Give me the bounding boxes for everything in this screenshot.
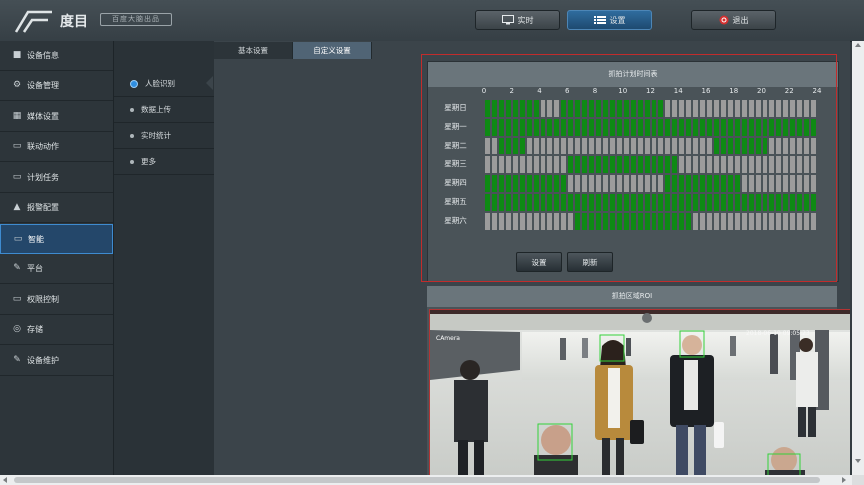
sidebar-item-label: 设备维护 [27,356,59,365]
scroll-right-icon[interactable] [842,477,846,483]
scroll-down-icon[interactable] [855,459,861,463]
subnav-item-label: 人脸识别 [145,79,175,88]
bullet-icon [130,133,134,138]
sidebar-item-alarm[interactable]: ▲ 报警配置 [0,193,113,223]
scroll-left-icon[interactable] [3,477,7,483]
baidu-logo [14,10,52,33]
monitor-icon: ▭ [13,233,23,244]
wrench-icon: ✎ [13,263,21,273]
linkage-icon: ▭ [12,141,22,151]
sidebar-item-label: 存储 [27,325,43,334]
logout-button-label: 退出 [732,15,749,25]
sidebar-item-platform[interactable]: ✎ 平台 [0,254,113,284]
power-icon [719,15,728,25]
camera-preview[interactable]: CAmera 2018-06-19 09:05:23 [429,309,850,475]
sidebar-item-permissions[interactable]: ▭ 权限控制 [0,285,113,315]
scroll-up-icon[interactable] [855,43,861,47]
bullet-icon [130,159,134,164]
subnav-item-data-upload[interactable]: 数据上传 [114,97,215,123]
storage-icon: ◎ [13,324,21,334]
subnav-item-more[interactable]: 更多 [114,149,215,175]
subnav-item-face-recognition[interactable]: 人脸识别 [114,71,215,97]
brand-title: 度目 [60,14,88,30]
horizontal-scrollbar[interactable] [0,475,852,485]
scroll-corner [852,475,864,485]
sidebar-item-label: 报警配置 [27,203,59,212]
tab-bar: 基本设置 自定义设置 [214,42,372,59]
sidebar-item-device-management[interactable]: ⚙ 设备管理 [0,71,113,101]
live-button[interactable]: 实时 [475,10,560,30]
sidebar-item-label: 设备信息 [27,51,59,60]
bullet-icon [130,107,134,112]
sidebar-item-label: 媒体设置 [27,112,59,121]
live-button-label: 实时 [517,15,534,25]
gear-icon: ⚙ [12,80,22,90]
monitor-icon [501,15,514,25]
settings-button-label: 设置 [609,15,626,25]
tab-basic-settings[interactable]: 基本设置 [214,42,293,59]
bullet-icon [130,79,138,88]
sidebar-item-device-info[interactable]: ■ 设备信息 [0,41,113,71]
horizontal-scroll-thumb[interactable] [14,477,820,483]
camera-scene: CAmera 2018-06-19 09:05:23 [430,310,850,475]
sidebar-item-storage[interactable]: ◎ 存储 [0,315,113,345]
schedule-icon: ▭ [12,172,22,182]
subnav-item-label: 更多 [141,157,156,166]
highlight-box [421,54,837,282]
logout-button[interactable]: 退出 [691,10,776,30]
top-bar: 度目 百度大脑出品 实时 设置 退出 [0,0,864,42]
sub-navigation: 人脸识别 数据上传 实时统计 更多 [113,41,215,475]
brand-tagline: 百度大脑出品 [100,13,172,26]
sidebar-item-linkage[interactable]: ▭ 联动动作 [0,132,113,162]
sidebar-item-schedule[interactable]: ▭ 计划任务 [0,163,113,193]
tab-custom-settings[interactable]: 自定义设置 [293,42,372,59]
monitor-icon: ▭ [12,294,22,304]
sidebar-item-maintenance[interactable]: ✎ 设备维护 [0,346,113,376]
sidebar-item-label: 计划任务 [27,173,59,182]
vertical-scrollbar[interactable] [852,41,864,475]
active-pointer-icon [206,76,213,90]
camera-label: CAmera [436,335,460,342]
sidebar-item-label: 平台 [27,264,43,273]
media-icon: ▦ [12,111,22,121]
camera-icon: ■ [12,50,22,60]
sidebar-item-label: 权限控制 [27,295,59,304]
timestamp-overlay: 2018-06-19 09:05:23 [746,330,810,337]
sidebar-item-label: 智能 [28,234,44,244]
sidebar-item-intelligence[interactable]: ▭ 智能 [0,224,113,254]
subnav-item-label: 数据上传 [141,105,171,114]
subnav-item-realtime-stats[interactable]: 实时统计 [114,123,215,149]
sidebar-item-media-settings[interactable]: ▦ 媒体设置 [0,102,113,132]
sidebar-item-label: 联动动作 [27,142,59,151]
tools-icon: ✎ [13,355,21,365]
alarm-icon: ▲ [13,202,21,212]
settings-button[interactable]: 设置 [567,10,652,30]
roi-title: 抓拍区域ROI [427,286,837,307]
subnav-item-label: 实时统计 [141,131,171,140]
sidebar-item-label: 设备管理 [27,81,59,90]
sidebar: ■ 设备信息 ⚙ 设备管理 ▦ 媒体设置 ▭ 联动动作 ▭ 计划任务 ▲ 报警配… [0,41,113,475]
list-icon [593,16,606,24]
